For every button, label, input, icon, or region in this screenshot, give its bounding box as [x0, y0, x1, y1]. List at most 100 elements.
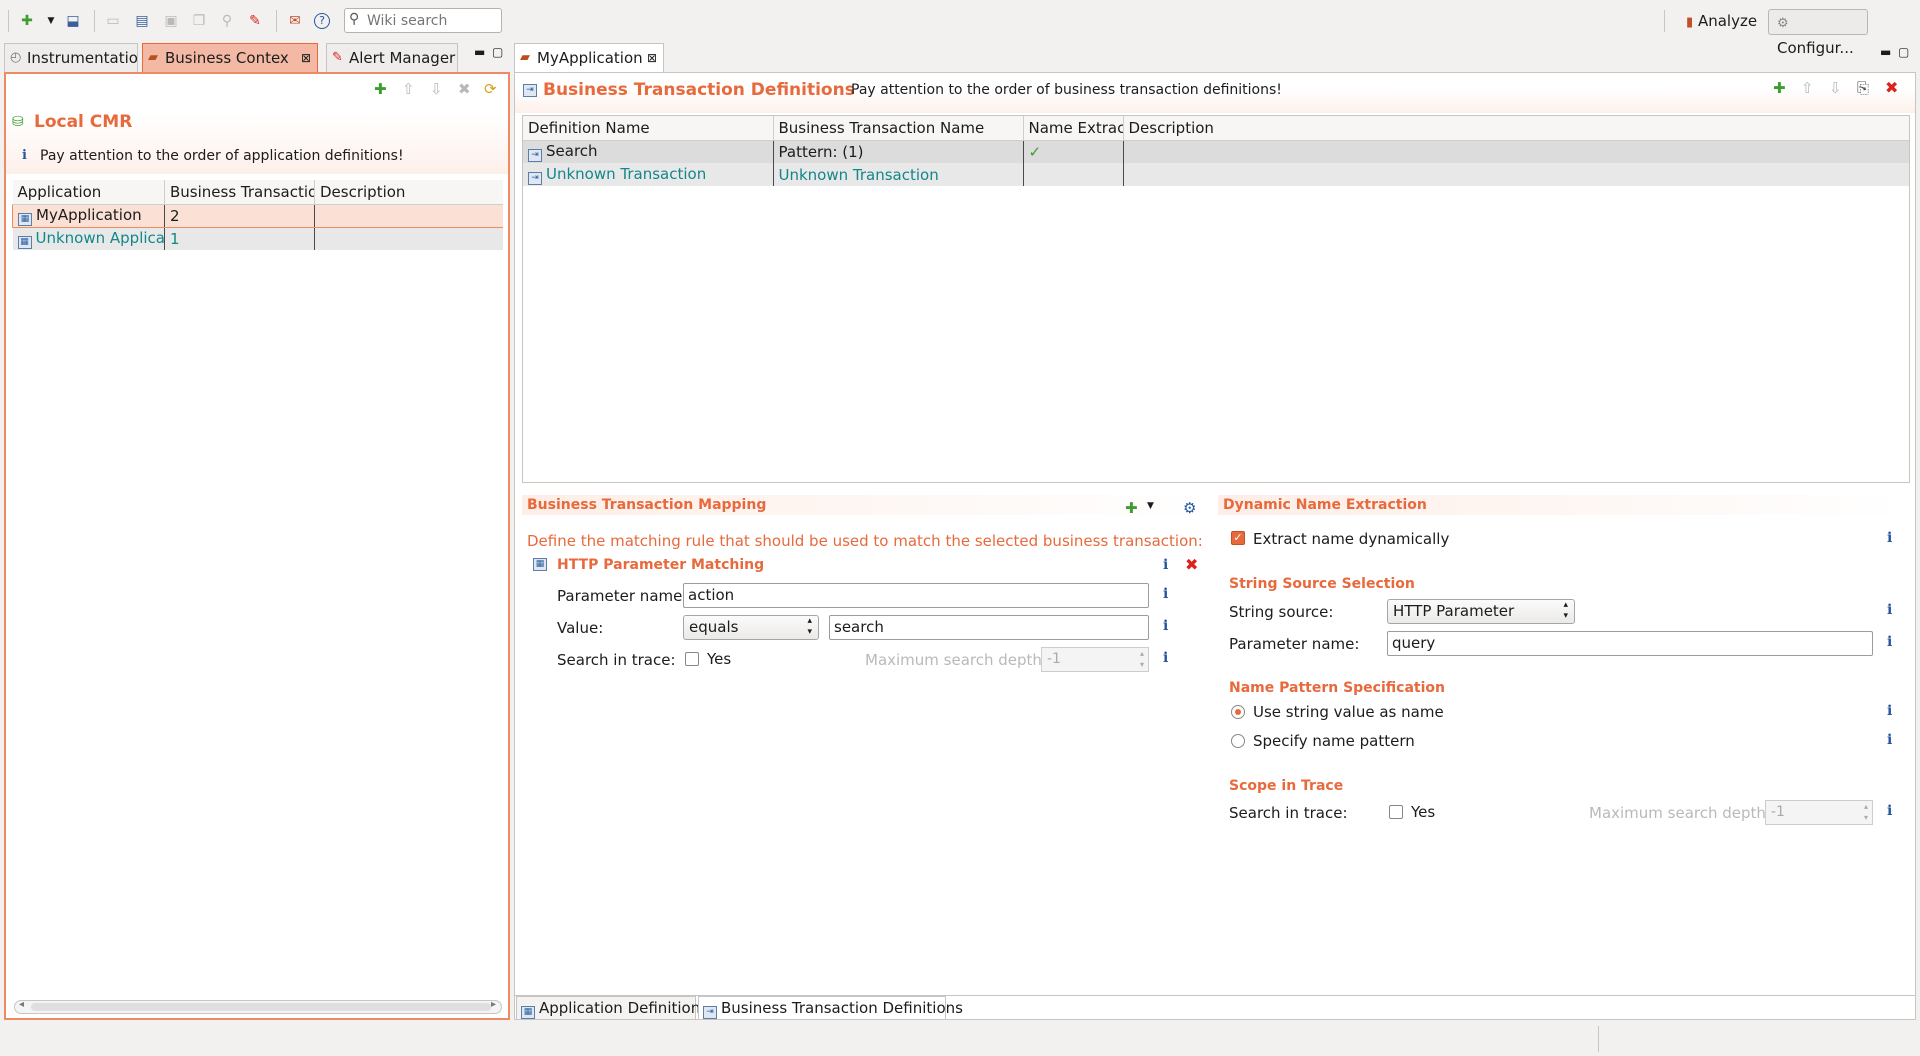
- dyn-max-depth-info-icon[interactable]: i: [1887, 803, 1892, 819]
- string-source-select[interactable]: HTTP Parameter ▴ ▾: [1387, 599, 1575, 624]
- delete-definition-icon[interactable]: ✖: [1885, 78, 1898, 97]
- table-row[interactable]: ▦ Unknown Applicati 1: [12, 227, 503, 250]
- tab-myapplication[interactable]: ▰ MyApplication ⊠: [514, 43, 664, 72]
- toolbar-separator: [94, 10, 95, 32]
- refresh-icon[interactable]: ⟳: [484, 80, 497, 98]
- move-down-icon[interactable]: ⇩: [1829, 79, 1842, 97]
- dyn-search-in-trace-label: Search in trace:: [1229, 804, 1348, 822]
- tab-application-definition[interactable]: ▦ Application Definition: [516, 996, 700, 1020]
- mail-icon[interactable]: ✉: [286, 12, 304, 30]
- extract-info-icon[interactable]: i: [1887, 530, 1892, 546]
- definition-description: [1123, 163, 1909, 186]
- wiki-search-input[interactable]: [367, 11, 497, 30]
- max-depth-spinner[interactable]: -1 ▴ ▾: [1041, 647, 1149, 672]
- toolbar-separator: [276, 10, 277, 32]
- tab-alert-manager[interactable]: ✎ Alert Manager: [326, 43, 458, 72]
- wiki-search-box[interactable]: ⚲: [344, 8, 502, 33]
- maximize-view-icon[interactable]: ▢: [492, 45, 503, 59]
- extract-dynamically-checkbox[interactable]: ✓: [1231, 531, 1245, 545]
- dyn-search-in-trace-checkbox[interactable]: [1389, 805, 1403, 819]
- name-extraction-check: ✓: [1023, 140, 1124, 163]
- value-info-icon[interactable]: i: [1163, 618, 1168, 634]
- specify-pattern-radio[interactable]: [1231, 734, 1245, 748]
- dyn-param-name-info-icon[interactable]: i: [1887, 634, 1892, 650]
- deploy-icon[interactable]: ⬓: [64, 12, 82, 30]
- add-definition-icon[interactable]: ✚: [1773, 79, 1786, 97]
- specify-pattern-info-icon[interactable]: i: [1887, 732, 1892, 748]
- chart-icon: ▮: [1686, 15, 1694, 30]
- search-icon: ⚲: [349, 11, 360, 27]
- col-header-description[interactable]: Description: [1123, 116, 1909, 141]
- col-header-definition-name[interactable]: Definition Name: [523, 116, 774, 141]
- find-icon[interactable]: ⚲: [218, 12, 236, 30]
- table-row[interactable]: ▦ MyApplication 2: [12, 203, 503, 228]
- use-string-value-radio[interactable]: [1231, 705, 1245, 719]
- tab-business-transaction-definitions[interactable]: ⇥ Business Transaction Definitions: [698, 996, 963, 1020]
- col-header-application[interactable]: Application: [12, 180, 165, 205]
- clipboard-icon[interactable]: ⎘: [1857, 79, 1869, 97]
- pin-icon[interactable]: ✎: [246, 12, 264, 30]
- dashboard-icon[interactable]: ▤: [133, 12, 151, 30]
- application-description: [314, 227, 503, 250]
- col-header-description[interactable]: Description: [314, 180, 503, 205]
- move-down-icon[interactable]: ⇩: [430, 80, 443, 98]
- dyn-param-name-field[interactable]: query: [1387, 631, 1873, 656]
- configure-perspective-button[interactable]: ⚙ Configur...: [1768, 9, 1868, 57]
- rule-info-icon[interactable]: i: [1163, 557, 1168, 573]
- add-application-icon[interactable]: ✚: [374, 80, 387, 98]
- col-header-bt-name[interactable]: Business Transaction Name: [773, 116, 1024, 141]
- tab-label: Instrumentatio: [27, 49, 138, 67]
- table-row[interactable]: ⇥ Search Pattern: (1) ✓: [523, 140, 1909, 163]
- application-name: MyApplication: [36, 205, 142, 224]
- save-icon[interactable]: ▣: [162, 12, 180, 30]
- gear-icon: ⚙: [1777, 16, 1789, 31]
- analyze-perspective-button[interactable]: ▮ Analyze: [1686, 10, 1757, 32]
- dyn-max-depth-spinner[interactable]: -1 ▴ ▾: [1765, 800, 1873, 825]
- param-name-label: Parameter name:: [557, 587, 688, 605]
- scroll-right-icon[interactable]: ▸: [491, 999, 496, 1010]
- help-icon[interactable]: ?: [314, 13, 330, 29]
- rule-options-icon[interactable]: ⚙: [1183, 499, 1196, 517]
- search-in-trace-checkbox[interactable]: [685, 652, 699, 666]
- use-string-info-icon[interactable]: i: [1887, 703, 1892, 719]
- param-name-info-icon[interactable]: i: [1163, 586, 1168, 602]
- alert-icon: ✎: [332, 50, 343, 65]
- param-name-field[interactable]: action: [683, 583, 1149, 608]
- move-up-icon[interactable]: ⇧: [402, 80, 415, 98]
- minimize-view-icon[interactable]: ▬: [474, 45, 485, 59]
- new-plus-icon[interactable]: ✚: [18, 12, 36, 30]
- minimize-editor-icon[interactable]: ▬: [1880, 45, 1891, 59]
- maximize-editor-icon[interactable]: ▢: [1898, 45, 1909, 59]
- copy-icon[interactable]: ❐: [190, 12, 208, 30]
- max-depth-info-icon[interactable]: i: [1163, 650, 1168, 666]
- operator-select[interactable]: equals ▴ ▾: [683, 615, 819, 640]
- value-field[interactable]: search: [829, 615, 1149, 640]
- bt-count: 2: [164, 203, 315, 228]
- bt-name: Pattern: (1): [773, 140, 1024, 163]
- name-pattern-section-title: Name Pattern Specification: [1229, 680, 1445, 696]
- spinner-arrows-icon[interactable]: ▴ ▾: [1864, 801, 1868, 823]
- horizontal-scrollbar[interactable]: ◂ ▸: [14, 999, 502, 1014]
- dyn-search-in-trace-yes-label: Yes: [1411, 803, 1436, 821]
- editor-subtitle: Pay attention to the order of business t…: [851, 82, 1282, 98]
- new-dropdown-chevron-icon[interactable]: ▼: [42, 12, 60, 30]
- delete-icon[interactable]: ✖: [458, 80, 471, 98]
- mapping-section-title: Business Transaction Mapping: [527, 497, 767, 513]
- col-header-name-extraction[interactable]: Name Extracl: [1023, 116, 1124, 141]
- delete-rule-icon[interactable]: ✖: [1185, 555, 1198, 574]
- add-rule-icon[interactable]: ✚: [1125, 499, 1138, 517]
- string-source-info-icon[interactable]: i: [1887, 602, 1892, 618]
- tab-business-context[interactable]: ▰ Business Contex ⊠: [142, 43, 318, 72]
- tab-instrumentation[interactable]: ◴ Instrumentatio: [4, 43, 138, 72]
- window-icon[interactable]: ▭: [104, 12, 122, 30]
- close-tab-icon[interactable]: ⊠: [301, 44, 311, 72]
- scrollbar-thumb[interactable]: [31, 1003, 491, 1011]
- close-tab-icon[interactable]: ⊠: [647, 44, 657, 72]
- definition-description: [1123, 140, 1909, 163]
- move-up-icon[interactable]: ⇧: [1801, 79, 1814, 97]
- add-rule-dropdown-icon[interactable]: ▼: [1147, 501, 1154, 511]
- scroll-left-icon[interactable]: ◂: [19, 999, 24, 1010]
- table-row[interactable]: ⇥ Unknown Transaction Unknown Transaction: [523, 163, 1909, 186]
- spinner-arrows-icon[interactable]: ▴ ▾: [1140, 648, 1144, 670]
- col-header-business-transaction[interactable]: Business Transactior: [164, 180, 315, 205]
